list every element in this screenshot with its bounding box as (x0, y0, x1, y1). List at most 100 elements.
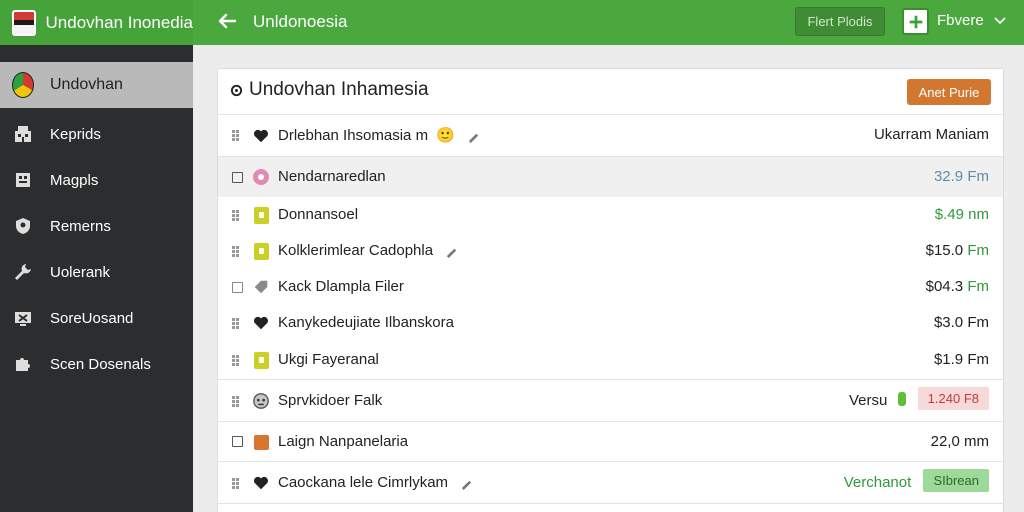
table-row[interactable]: Laign Nanpanelaria 22,0 mm (218, 421, 1003, 461)
robot-icon (252, 392, 270, 410)
document-icon (252, 242, 270, 260)
table-row[interactable]: Caockana lele Cimrlykam Verchanot SIbrea… (218, 461, 1003, 503)
row-value: $3.0 (933, 314, 964, 331)
row-label: Nendarnaredlan (278, 168, 386, 185)
status-chip[interactable]: 1.240 F8 (917, 387, 989, 410)
sidebar-item-label: Scen Dosenals (50, 355, 151, 373)
top-action-button[interactable]: Flert Plodis (795, 7, 885, 36)
circle-icon (252, 168, 270, 186)
sidebar-item-keprids[interactable]: Keprids (0, 111, 193, 157)
table-row[interactable]: Kolklerimlear Cadophla $15.0 Fm (218, 233, 1003, 269)
back-arrow-icon[interactable] (215, 9, 239, 33)
sidebar-item-soreuosand[interactable]: SoreUosand (0, 295, 193, 341)
table-row (218, 503, 1003, 512)
tag-icon (252, 278, 270, 296)
flag-ball-icon (12, 72, 34, 98)
status-chip[interactable]: SIbrean (923, 469, 989, 492)
content-panel: Undovhan Inhamesia Anet Purie Drlebhan I… (217, 68, 1004, 512)
plus-icon (909, 15, 922, 28)
sidebar-brand[interactable]: Undovhan Inonedia (0, 0, 193, 45)
chevron-down-icon (994, 16, 1006, 24)
add-item-button[interactable]: Anet Purie (907, 79, 991, 105)
heart-icon (252, 127, 270, 145)
drag-handle-icon[interactable] (232, 355, 242, 366)
row-checkbox[interactable] (232, 436, 243, 447)
row-prefix: Versu (848, 392, 888, 409)
row-value: 32.9 (933, 168, 964, 185)
panel-title: Undovhan Inhamesia (249, 79, 429, 100)
row-value: $.49 (934, 206, 964, 223)
status-dot-icon (897, 392, 906, 407)
drag-handle-icon[interactable] (232, 318, 242, 329)
square-icon (252, 433, 270, 451)
table-row[interactable]: Kack Dlampla Filer $04.3 Fm (218, 269, 1003, 305)
row-prefix: Verchanot (843, 474, 912, 491)
row-unit: Fm (967, 278, 989, 295)
map-icon (12, 169, 34, 191)
top-bar: Unldonoesia Flert Plodis Fbvere (193, 0, 1024, 45)
row-checkbox[interactable] (232, 172, 243, 183)
screen-icon (12, 307, 34, 329)
row-value: $04.3 (925, 278, 964, 295)
row-label: Laign Nanpanelaria (278, 433, 409, 450)
settings-icon (230, 84, 243, 96)
document-icon (252, 206, 270, 224)
row-unit: mm (964, 433, 989, 450)
sidebar-item-label: Remerns (50, 217, 111, 235)
sidebar-item-undovhan[interactable]: Undovhan (0, 62, 193, 108)
sidebar-item-uolerank[interactable]: Uolerank (0, 249, 193, 295)
drag-handle-icon[interactable] (232, 478, 242, 489)
drag-handle-icon[interactable] (232, 246, 242, 257)
sidebar-item-label: Magpls (50, 171, 99, 189)
sidebar-item-label: SoreUosand (50, 309, 134, 327)
row-unit: Fm (967, 351, 989, 368)
row-unit: nm (968, 206, 989, 223)
table-row[interactable]: Donnansoel $.49 nm (218, 197, 1003, 233)
building-icon (12, 123, 34, 145)
view-dropdown[interactable]: Fbvere (937, 12, 1006, 29)
row-label: Donnansoel (278, 206, 359, 223)
sidebar-item-scen-dosenals[interactable]: Scen Dosenals (0, 341, 193, 387)
drag-handle-icon[interactable] (232, 396, 242, 407)
row-value: 22,0 (930, 433, 960, 450)
shield-icon (12, 215, 34, 237)
drag-handle-icon[interactable] (232, 130, 242, 141)
row-checkbox[interactable] (232, 282, 243, 293)
sidebar-item-magpls[interactable]: Magpls (0, 157, 193, 203)
pencil-icon (462, 480, 472, 490)
row-label: Kack Dlampla Filer (278, 278, 404, 295)
sidebar-item-remerns[interactable]: Remerns (0, 203, 193, 249)
smiley-icon: 🙂 (436, 127, 455, 144)
pencil-icon (447, 248, 457, 258)
row-unit: Fm (967, 168, 989, 185)
row-label: Kolklerimlear Cadophla (278, 242, 434, 259)
page-title: Unldonoesia (253, 12, 348, 31)
table-row[interactable]: Sprvkidoer Falk Versu 1.240 F8 (218, 379, 1003, 421)
sidebar-item-label: Uolerank (50, 263, 111, 281)
app-title: Undovhan Inonedia (45, 12, 193, 32)
table-row[interactable]: Ukgi Fayeranal $1.9 Fm (218, 341, 1003, 379)
drag-handle-icon[interactable] (232, 210, 242, 221)
row-label: Caockana lele Cimrlykam (278, 474, 449, 491)
row-value: $1.9 (933, 351, 964, 368)
sidebar: Undovhan Inonedia Undovhan Keprids Magpl… (0, 0, 193, 512)
row-label: Sprvkidoer Falk (278, 392, 383, 409)
row-label: Kanykedeujiate Ilbanskora (278, 314, 454, 331)
puzzle-icon (12, 353, 34, 375)
table-row[interactable]: Drlebhan Ihsomasia m 🙂 Ukarram Maniam (218, 114, 1003, 156)
heart-icon (252, 474, 270, 492)
row-unit: Fm (967, 314, 989, 331)
wrench-icon (12, 261, 34, 283)
pencil-icon (468, 133, 479, 143)
sidebar-item-label: Keprids (50, 125, 101, 143)
table-row[interactable]: Nendarnaredlan 32.9 Fm (218, 156, 1003, 197)
dropdown-label: Fbvere (937, 12, 984, 29)
row-value: Ukarram Maniam (873, 126, 989, 143)
document-icon (252, 351, 270, 369)
table-row[interactable]: Kanykedeujiate Ilbanskora $3.0 Fm (218, 305, 1003, 341)
panel-header: Undovhan Inhamesia (230, 79, 429, 101)
row-value: $15.0 (925, 242, 964, 259)
row-label: Drlebhan Ihsomasia m (278, 127, 429, 144)
flag-icon (12, 9, 36, 36)
add-button[interactable] (902, 8, 929, 35)
